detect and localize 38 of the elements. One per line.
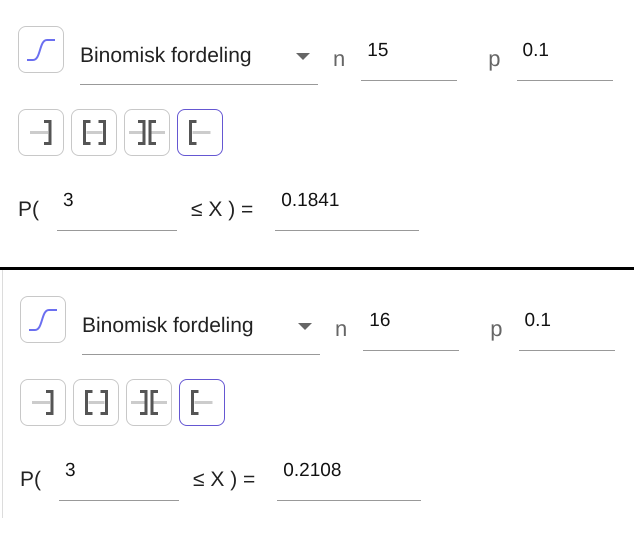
n-label: n [335, 316, 348, 342]
interval-mode-button[interactable] [71, 109, 117, 156]
interval-mode-button[interactable] [177, 109, 223, 156]
interval-mode-button[interactable] [124, 109, 170, 156]
result-field[interactable]: 0.1841 [275, 176, 420, 231]
n-label: n [333, 46, 346, 72]
lower-bound-field[interactable]: 3 [57, 176, 177, 231]
interval-mode-button[interactable] [18, 109, 64, 156]
interval-mode-button[interactable] [126, 379, 172, 426]
caret-icon [296, 53, 310, 61]
distribution-dropdown[interactable]: Binomisk fordeling [80, 26, 318, 85]
bracket-icon [32, 390, 54, 415]
bracket-icon [84, 390, 108, 415]
caret-icon [298, 323, 312, 331]
result-field[interactable]: 0.2108 [277, 446, 422, 501]
n-input-field[interactable]: 15 [361, 26, 458, 81]
n-input-field[interactable]: 16 [363, 296, 460, 351]
probability-prefix: P( [18, 198, 39, 222]
distribution-dropdown[interactable]: Binomisk fordeling [82, 296, 320, 355]
bracket-icon [189, 120, 211, 145]
relation-text: ≤ X ) = [193, 468, 256, 492]
interval-mode-button[interactable] [73, 379, 119, 426]
distribution-curve-button[interactable] [18, 26, 64, 73]
p-label: p [488, 46, 500, 72]
probability-prefix: P( [20, 468, 41, 492]
bracket-icon [191, 390, 213, 415]
bracket-icon [131, 390, 167, 415]
lower-bound-field[interactable]: 3 [59, 446, 179, 501]
bracket-icon [30, 120, 52, 145]
p-input-field[interactable]: 0.1 [518, 296, 614, 351]
p-input-field[interactable]: 0.1 [516, 26, 612, 81]
relation-text: ≤ X ) = [191, 198, 254, 222]
bracket-icon [129, 120, 165, 145]
interval-mode-button[interactable] [179, 379, 225, 426]
interval-mode-button[interactable] [20, 379, 66, 426]
bracket-icon [82, 120, 106, 145]
distribution-curve-button[interactable] [20, 296, 66, 343]
p-label: p [490, 316, 502, 342]
